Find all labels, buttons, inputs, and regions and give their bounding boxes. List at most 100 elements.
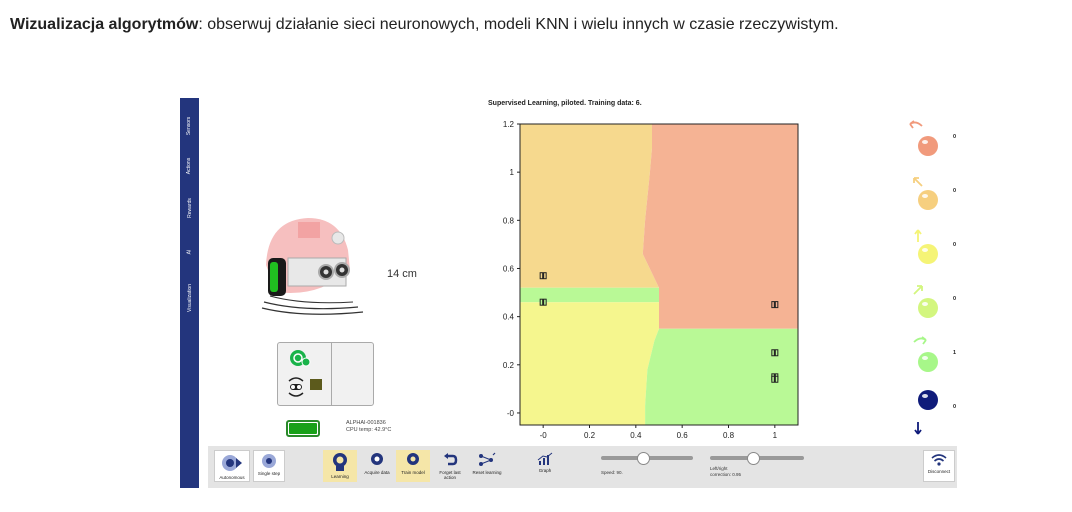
y-tick-label: 1 xyxy=(510,168,515,177)
disconnect-label: Disconnect xyxy=(927,469,951,474)
action-ball-highlight xyxy=(922,194,928,198)
single-step-label: Single step xyxy=(257,471,281,476)
left-right-correction-slider[interactable] xyxy=(710,452,804,465)
arrow-up-left-icon xyxy=(913,177,938,210)
distance-readout: 14 cm xyxy=(387,268,417,280)
data-point-marker xyxy=(773,349,776,356)
learning-icon xyxy=(333,453,347,471)
action-arrow xyxy=(913,285,923,295)
left-right-slider-handle[interactable] xyxy=(747,452,761,465)
arrow-back-right-icon xyxy=(913,336,938,372)
tab-label: Rewards xyxy=(186,198,193,218)
action-count: 0 xyxy=(953,242,957,248)
x-tick-label: 0.8 xyxy=(723,431,735,440)
action-count: 0 xyxy=(953,134,957,140)
battery-fill xyxy=(289,423,317,434)
device-info: ALPHAI-001836 CPU temp: 42.9°C xyxy=(346,420,391,434)
acquire-data-label: Acquire data xyxy=(364,470,390,475)
speed-slider[interactable] xyxy=(601,452,693,465)
wifi-icon xyxy=(931,454,947,466)
action-arrow xyxy=(913,336,927,345)
alphai-app: Sensors Actions Rewards AI Visualization… xyxy=(180,98,957,488)
device-id: ALPHAI-001836 xyxy=(346,420,386,426)
learning-label: Learning xyxy=(331,474,349,479)
tab-label: Visualization xyxy=(186,284,193,312)
tab-label: Sensors xyxy=(186,116,193,136)
action-count: 0 xyxy=(953,188,957,194)
autonomous-icon xyxy=(222,455,242,471)
headline-bold: Wizualizacja algorytmów xyxy=(10,16,199,33)
ultrasound-sensor-icon xyxy=(288,377,304,397)
action-count: 0 xyxy=(953,296,957,302)
action-ball xyxy=(918,190,938,210)
left-right-label: Left/right correction: 0.95 xyxy=(710,466,741,477)
action-ball-highlight xyxy=(922,394,928,398)
autonomous-label: Autonomous xyxy=(219,475,245,480)
arrow-down-icon xyxy=(914,390,938,435)
action-ball xyxy=(918,136,938,156)
page-headline: Wizualizacja algorytmów: obserwuj działa… xyxy=(10,16,839,34)
acquire-data-button[interactable]: Acquire data xyxy=(362,450,392,482)
y-tick-label: 0.8 xyxy=(503,216,515,225)
data-point-marker xyxy=(542,272,545,279)
action-backward[interactable]: 0 xyxy=(908,390,958,444)
speed-label: Speed: 90. xyxy=(601,470,623,475)
action-ball xyxy=(918,390,938,410)
autonomous-button[interactable]: Autonomous xyxy=(214,450,250,482)
action-arrow xyxy=(914,229,922,242)
x-tick-label: 0.2 xyxy=(584,431,596,440)
action-turn-left[interactable]: 0 xyxy=(908,174,958,228)
train-model-label: Train model xyxy=(401,470,425,475)
data-point-marker xyxy=(773,301,776,308)
arrow-back-left-icon xyxy=(909,120,938,156)
reset-learning-label: Reset learning xyxy=(472,470,502,475)
action-arrow xyxy=(909,120,923,129)
action-ball xyxy=(918,352,938,372)
tab-visualization[interactable]: Visualization xyxy=(180,270,199,326)
arrow-up-right-icon xyxy=(913,285,938,318)
action-forward[interactable]: 0 xyxy=(908,228,958,282)
x-tick-label: 1 xyxy=(773,431,778,440)
train-model-button[interactable]: Train model xyxy=(396,450,430,482)
left-right-label-line2: correction: 0.95 xyxy=(710,471,742,477)
panel-divider xyxy=(331,343,332,405)
action-count: 0 xyxy=(953,404,957,410)
chart-title: Supervised Learning, piloted. Training d… xyxy=(488,100,642,107)
y-tick-label: 0.2 xyxy=(503,361,515,370)
x-tick-label: 0.6 xyxy=(677,431,689,440)
learning-button[interactable]: Learning xyxy=(323,450,357,482)
region-yellow xyxy=(520,302,659,425)
disconnect-button[interactable]: Disconnect xyxy=(923,450,955,482)
action-ball-highlight xyxy=(922,356,928,360)
action-turn-right[interactable]: 0 xyxy=(908,282,958,336)
x-tick-label: -0 xyxy=(540,431,548,440)
single-step-button[interactable]: Single step xyxy=(253,450,285,482)
action-ball xyxy=(918,298,938,318)
y-tick-label: 0.6 xyxy=(503,264,515,273)
y-tick-label: 1.2 xyxy=(503,120,515,129)
camera-sensor-icon xyxy=(290,350,311,367)
data-point-marker xyxy=(542,299,545,306)
acquire-data-icon xyxy=(371,453,383,465)
sensor-panel xyxy=(277,342,374,406)
y-tick-label: 0.4 xyxy=(503,313,515,322)
action-count: 1 xyxy=(953,350,957,356)
action-turn-right-back[interactable]: 1 xyxy=(908,336,958,390)
action-turn-left-back[interactable]: 0 xyxy=(908,120,958,174)
reset-learning-button[interactable]: Reset learning xyxy=(470,450,504,482)
action-arrow xyxy=(913,177,923,187)
action-ball xyxy=(918,244,938,264)
train-model-icon xyxy=(407,453,419,465)
x-tick-label: 0.4 xyxy=(630,431,642,440)
region-yellow_orange xyxy=(520,124,659,288)
graph-button[interactable]: Graph xyxy=(530,450,560,482)
speed-slider-handle[interactable] xyxy=(637,452,651,465)
forget-last-action-button[interactable]: Forget last action xyxy=(434,450,466,482)
camera-thumbnail xyxy=(310,379,322,390)
arrow-up-icon xyxy=(914,229,938,264)
toolbar: Autonomous Single step Learning Acquire … xyxy=(208,446,957,488)
graph-label: Graph xyxy=(538,468,552,473)
reset-network-icon xyxy=(479,452,496,466)
forget-last-action-label: Forget last action xyxy=(439,470,461,480)
undo-icon xyxy=(444,453,458,466)
